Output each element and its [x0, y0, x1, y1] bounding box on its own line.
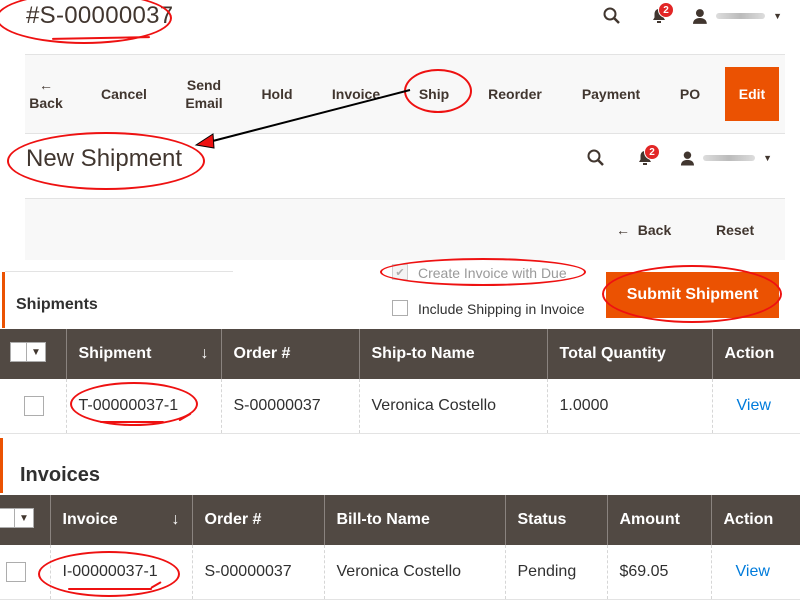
- chevron-down-icon: ▼: [27, 343, 45, 361]
- back-button[interactable]: ← Back: [616, 222, 671, 238]
- include-shipping-label: Include Shipping in Invoice: [418, 301, 585, 317]
- column-order[interactable]: Order #: [192, 495, 325, 545]
- column-bill-to-name[interactable]: Bill-to Name: [324, 495, 506, 545]
- annotation-circle: [7, 132, 205, 190]
- annotation-circle: [380, 258, 586, 286]
- section-accent: [0, 438, 3, 493]
- reset-button[interactable]: Reset: [716, 222, 754, 238]
- sort-arrow-icon: ↓: [200, 345, 209, 362]
- include-shipping-checkbox[interactable]: [392, 300, 408, 316]
- column-ship-to-name[interactable]: Ship-to Name: [359, 329, 548, 379]
- mass-select-column[interactable]: ▼: [0, 329, 67, 379]
- view-link[interactable]: View: [736, 563, 770, 580]
- invoices-section-title: Invoices: [20, 464, 101, 486]
- include-shipping-option[interactable]: Include Shipping in Invoice: [392, 300, 602, 320]
- chevron-down-icon: ▼: [15, 509, 33, 527]
- column-status[interactable]: Status: [505, 495, 608, 545]
- annotation-underline: [68, 588, 152, 590]
- row-checkbox[interactable]: [6, 561, 26, 582]
- view-link[interactable]: View: [737, 397, 771, 414]
- order-number: S-00000037: [221, 379, 360, 434]
- mass-action-select[interactable]: ▼: [10, 342, 46, 362]
- annotation-circle: [602, 265, 782, 323]
- column-shipment[interactable]: Shipment ↓: [66, 329, 222, 379]
- ship-to-name: Veronica Costello: [359, 379, 548, 434]
- total-quantity: 1.0000: [547, 379, 713, 434]
- mass-select-column[interactable]: ▼: [0, 495, 51, 545]
- shipments-section-title: Shipments: [16, 296, 98, 313]
- column-order[interactable]: Order #: [221, 329, 360, 379]
- arrow-left-icon: ←: [616, 222, 630, 238]
- column-amount[interactable]: Amount: [607, 495, 712, 545]
- annotation-underline: [100, 421, 164, 423]
- row-checkbox[interactable]: [24, 395, 44, 416]
- section-divider: [5, 271, 233, 272]
- order-number: S-00000037: [192, 545, 325, 600]
- bill-to-name: Veronica Costello: [324, 545, 506, 600]
- section-accent: [2, 272, 5, 328]
- grid-header-row: ▼ Shipment ↓ Order # Ship-to Name Total …: [0, 329, 800, 379]
- column-invoice[interactable]: Invoice ↓: [50, 495, 193, 545]
- annotation-circle: [38, 551, 180, 597]
- action-cell: View: [712, 379, 800, 434]
- invoice-status: Pending: [505, 545, 608, 600]
- mass-action-select[interactable]: ▼: [0, 508, 34, 528]
- column-action: Action: [712, 329, 800, 379]
- grid-header-row: ▼ Invoice ↓ Order # Bill-to Name Status …: [0, 495, 800, 545]
- invoice-amount: $69.05: [607, 545, 712, 600]
- action-cell: View: [711, 545, 800, 600]
- column-action: Action: [711, 495, 800, 545]
- row-select-cell: [0, 379, 67, 434]
- sort-arrow-icon: ↓: [171, 511, 180, 528]
- column-total-quantity[interactable]: Total Quantity: [547, 329, 713, 379]
